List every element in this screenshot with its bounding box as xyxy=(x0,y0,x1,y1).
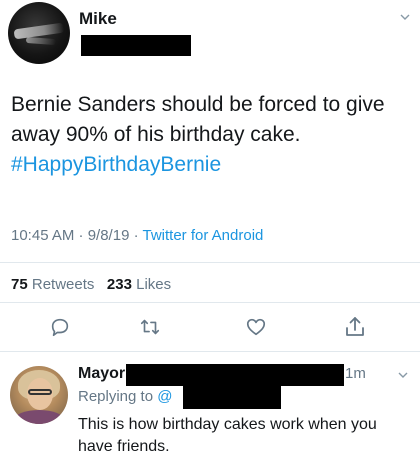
redacted-replying-handle xyxy=(183,385,281,409)
reply-button[interactable] xyxy=(47,314,73,340)
like-button[interactable] xyxy=(243,314,269,340)
reply-author-name[interactable]: Mayor xyxy=(78,365,125,383)
tweet-stats: 75 Retweets 233 Likes xyxy=(11,276,171,293)
tweet-client-link[interactable]: Twitter for Android xyxy=(142,227,263,244)
replying-to: Replying to @ xyxy=(78,388,172,405)
share-icon xyxy=(346,317,364,336)
like-label[interactable]: Likes xyxy=(136,276,171,293)
avatar-shirt xyxy=(14,410,64,424)
retweet-count[interactable]: 75 xyxy=(11,276,28,293)
replying-handle[interactable]: @ xyxy=(157,388,172,405)
redacted-handle xyxy=(81,35,191,56)
chevron-down-icon[interactable] xyxy=(398,370,408,380)
reply-author-avatar[interactable] xyxy=(10,366,68,424)
tweet-text: Bernie Sanders should be forced to give … xyxy=(11,90,411,180)
like-count[interactable]: 233 xyxy=(107,276,132,293)
author-name[interactable]: Mike xyxy=(79,9,117,29)
reply-icon xyxy=(51,318,69,337)
heart-icon xyxy=(246,318,266,336)
hashtag-link[interactable]: #HappyBirthdayBernie xyxy=(11,153,221,176)
reply-tweet[interactable]: Mayor 1m Replying to @ This is how birth… xyxy=(0,352,420,466)
tweet-body: Bernie Sanders should be forced to give … xyxy=(11,93,385,146)
main-tweet: Mike Bernie Sanders should be forced to … xyxy=(0,0,420,346)
tweet-metadata: 10:45 AM · 9/8/19 · Twitter for Android xyxy=(11,227,263,244)
redacted-reply-handle xyxy=(126,364,344,386)
divider xyxy=(0,262,420,263)
author-avatar[interactable] xyxy=(8,2,70,64)
divider xyxy=(0,302,420,303)
avatar-glasses xyxy=(28,389,52,395)
avatar-highlight-secondary xyxy=(25,36,57,46)
replying-prefix: Replying to xyxy=(78,388,158,405)
reply-timestamp[interactable]: 1m xyxy=(345,365,366,382)
retweet-label[interactable]: Retweets xyxy=(32,276,95,293)
reply-text: This is how birthday cakes work when you… xyxy=(78,416,377,455)
chevron-down-icon[interactable] xyxy=(400,12,410,22)
share-button[interactable] xyxy=(342,314,368,340)
retweet-icon xyxy=(140,319,160,335)
retweet-button[interactable] xyxy=(137,314,163,340)
tweet-timestamp: 10:45 AM · 9/8/19 · xyxy=(11,227,143,244)
